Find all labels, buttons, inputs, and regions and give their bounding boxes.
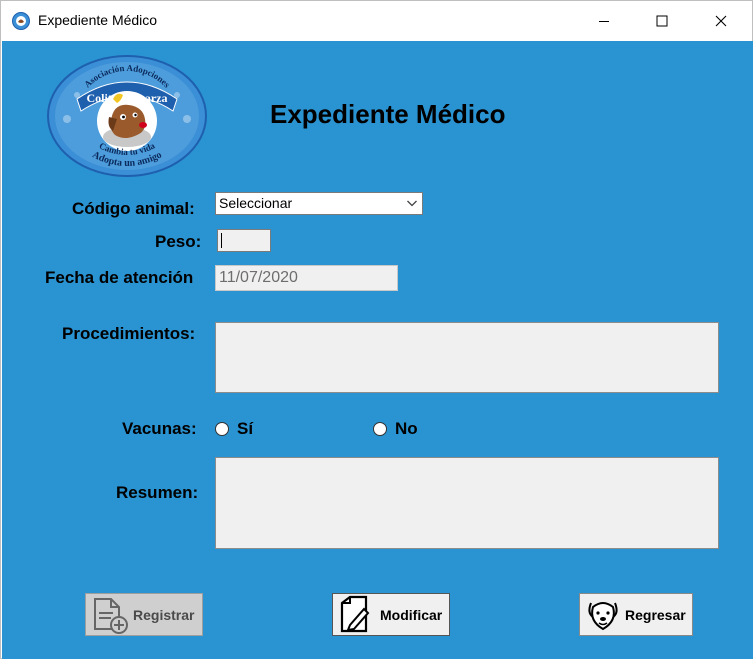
vacunas-si-label: Sí xyxy=(237,419,254,438)
app-logo-icon xyxy=(12,12,30,30)
page-title: Expediente Médico xyxy=(270,99,506,129)
peso-input[interactable] xyxy=(217,229,271,252)
fecha-atencion-date-picker[interactable]: 11/07/2020 xyxy=(215,265,398,291)
codigo-animal-label: Código animal: xyxy=(72,199,195,218)
vacunas-no-label: No xyxy=(395,419,418,438)
codigo-animal-selected-value: Seleccionar xyxy=(219,195,293,211)
form-client-area: Asociación Adopciones Colitas Esparza Ca… xyxy=(2,41,753,659)
codigo-animal-select[interactable]: Seleccionar xyxy=(215,192,423,215)
dog-face-icon xyxy=(588,601,618,630)
registrar-label: Registrar xyxy=(133,606,195,623)
edit-document-icon xyxy=(340,595,370,632)
resumen-label: Resumen: xyxy=(116,483,199,502)
procedimientos-textarea[interactable] xyxy=(215,322,719,393)
procedimientos-label: Procedimientos: xyxy=(62,324,196,343)
regresar-button[interactable]: Regresar xyxy=(579,593,693,636)
close-icon xyxy=(715,15,727,27)
modificar-button[interactable]: Modificar xyxy=(332,593,450,636)
vacunas-si-radio[interactable]: Sí xyxy=(215,419,253,439)
radio-circle xyxy=(215,422,229,436)
peso-label: Peso: xyxy=(155,232,202,251)
vacunas-no-radio[interactable]: No xyxy=(373,419,418,439)
resumen-textarea[interactable] xyxy=(215,457,719,549)
title-bar[interactable]: Expediente Médico xyxy=(1,1,752,41)
close-button[interactable] xyxy=(692,1,750,41)
app-window: Expediente Médico Asociación Adopciones … xyxy=(0,0,753,659)
text-caret xyxy=(221,233,222,248)
vacunas-label: Vacunas: xyxy=(122,419,197,438)
window-title: Expediente Médico xyxy=(38,12,158,28)
organization-logo: Asociación Adopciones Colitas Esparza Ca… xyxy=(47,55,207,177)
modificar-label: Modificar xyxy=(380,606,443,623)
maximize-icon xyxy=(656,15,668,27)
minimize-button[interactable] xyxy=(575,1,633,41)
add-document-icon xyxy=(94,597,128,634)
registrar-button[interactable]: Registrar xyxy=(85,593,203,636)
minimize-icon xyxy=(599,21,609,22)
chevron-down-icon xyxy=(407,200,417,207)
maximize-button[interactable] xyxy=(633,1,691,41)
fecha-atencion-label: Fecha de atención xyxy=(45,268,194,287)
radio-circle xyxy=(373,422,387,436)
regresar-label: Regresar xyxy=(625,606,686,623)
